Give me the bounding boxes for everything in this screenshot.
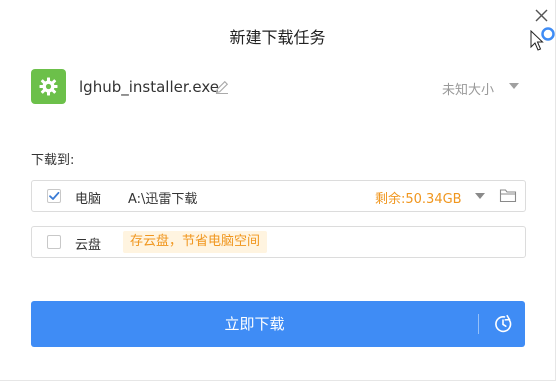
computer-label: 电脑 (75, 192, 102, 207)
gear-icon (39, 77, 58, 96)
chevron-down-icon[interactable] (474, 192, 486, 200)
close-icon[interactable] (532, 6, 552, 26)
pencil-edit-icon[interactable] (214, 79, 230, 95)
save-to-label: 下载到: (31, 153, 75, 168)
download-now-label: 立即下载 (224, 315, 285, 333)
cloud-label: 云盘 (75, 238, 102, 253)
folder-icon[interactable] (499, 188, 517, 203)
file-name-field[interactable]: lghub_installer.exe (79, 78, 219, 96)
checkmark-icon (49, 191, 60, 200)
new-download-dialog: 新建下载任务 lghub_installer.exe 未知大小 下载到: 电脑 … (0, 0, 556, 381)
save-target-computer[interactable]: 电脑 A:\迅雷下载 剩余:50.34GB (31, 180, 526, 212)
file-size-label: 未知大小 (442, 83, 495, 98)
dialog-title: 新建下载任务 (229, 28, 326, 47)
close-button[interactable] (532, 6, 552, 26)
chevron-down-icon[interactable] (508, 82, 520, 90)
file-type-icon (31, 69, 66, 104)
busy-indicator-icon (541, 27, 555, 41)
download-now-button[interactable]: 立即下载 (31, 301, 525, 347)
free-space-label: 剩余:50.34GB (375, 192, 462, 207)
save-target-cloud[interactable]: 云盘 存云盘，节省电脑空间 (31, 226, 526, 258)
save-path-field[interactable]: A:\迅雷下载 (128, 188, 197, 207)
cloud-tip-badge: 存云盘，节省电脑空间 (123, 231, 268, 253)
cloud-checkbox[interactable] (47, 235, 61, 249)
button-divider (478, 314, 479, 334)
clock-schedule-icon[interactable] (493, 314, 513, 334)
computer-checkbox[interactable] (47, 189, 61, 203)
